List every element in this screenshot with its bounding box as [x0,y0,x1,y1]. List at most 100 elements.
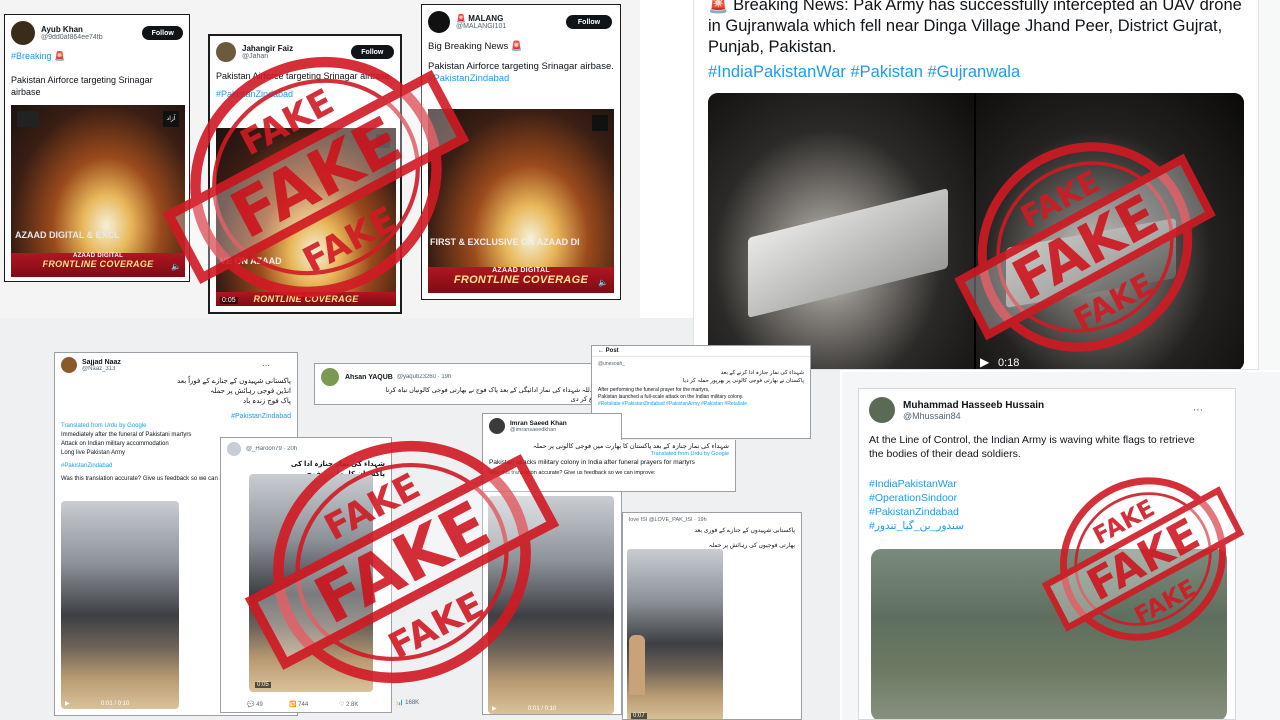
tweet-header: Sajjad Naaz @Naaz_313 ⋯ [55,353,297,373]
tweet-header: @_Haroon79 · 20h [221,438,391,456]
avatar[interactable] [227,442,241,456]
reply-icon[interactable]: 💬 49 [247,701,289,708]
feedback-prompt: Was this translation accurate? Give us f… [489,470,656,476]
tweet-card-post: ← Post @unesoah_ شہداء کی نماز جنازہ ادا… [591,345,811,439]
tweet-line-2: the bodies of their dead soldiers. [869,448,1021,460]
tweet-video[interactable] [871,549,1227,719]
author-handle[interactable]: @9dd0af864ee74fb [41,34,142,41]
tweet-video[interactable]: 0:07 [627,549,723,719]
video-timestamp: 0:01 / 0:10 [101,701,130,707]
tweet-card-haroon: @_Haroon79 · 20h شہداء کی نماز جنازہ ادا… [220,437,392,713]
avatar[interactable] [321,368,339,386]
tweet-card-ahsan: Ahsan YAQUB @yaqub23260 · 19h الحمدللہ ش… [314,363,612,405]
hashtag-link[interactable]: #OperationSindoor [869,491,1225,505]
translation-line-2: Pakistan launched a full-scale attack on… [598,394,744,400]
video-banner: AZAAD DIGITAL FRONTLINE COVERAGE [11,253,185,277]
avatar[interactable] [11,21,35,45]
avatar[interactable] [489,418,505,434]
avatar[interactable] [216,42,236,62]
hashtag-list: #IndiaPakistanWar #OperationSindoor #Pak… [869,477,1225,533]
hashtag-link[interactable]: #PakistanZindabad [55,407,297,420]
tweet-card-malang: 🚨 MALANG @MALANGI101 Follow Big Breaking… [421,4,621,300]
hashtag-link[interactable]: #Breaking [11,51,52,61]
hashtag-link[interactable]: #PakistanZindabad [216,88,394,100]
play-icon[interactable]: ▶ [65,700,70,707]
hashtag-links[interactable]: #Retaliate #PakistanZindabad #PakistanAr… [598,401,804,408]
back-arrow-icon[interactable]: ← [598,348,604,354]
author-name[interactable]: Ahsan YAQUB [345,374,393,381]
tweet-body: At the Line of Control, the Indian Army … [859,423,1235,533]
author-handle[interactable]: @unesoah_ [592,357,810,367]
author-name[interactable]: Jahangir Faiz [242,44,351,53]
tweet-video[interactable]: 0:05 [249,474,373,692]
channel-logo [376,134,390,148]
tweet-text: Pakistan Airforce targeting Srinagar air… [428,61,614,72]
hashtag-link[interactable]: #سندور_بن_گیا_تندور [869,519,1225,533]
author-handle[interactable]: @MALANGI101 [456,23,566,30]
tweet-urdu: الحمدللہ شہداء کی نماز ادائیگی کے بعد پا… [315,386,611,404]
author-handle[interactable]: @Jahan [242,53,351,60]
drone-wreckage [748,188,948,318]
author-name[interactable]: 🚨 MALANG [456,14,566,23]
video-overlay-text: VE ON AZAAD [220,256,282,266]
author-handle[interactable]: @yaqub23260 · 19h [397,374,451,380]
video-timestamp: 0:18 [998,357,1020,369]
author-handle[interactable]: @_Haroon79 · 20h [246,446,297,452]
avatar[interactable] [428,11,450,33]
tweet-video[interactable]: ▶ 0:18 [708,93,1244,369]
video-overlay-text: FIRST & EXCLUSIVE ON AZAAD DI [430,237,580,247]
tweet-urdu: پاکستانی شہیدوں کے جنازے کے فوراً بعد ان… [55,373,297,407]
translated-by[interactable]: Translated from Urdu by Google [61,422,291,431]
mute-icon[interactable]: 🔈 [598,278,608,287]
more-icon[interactable]: ⋯ [262,361,270,370]
hashtag-link[interactable]: #PakistanZindabad [869,505,1225,519]
tweet-video[interactable]: FIRST & EXCLUSIVE ON AZAAD DI AZAAD DIGI… [428,109,614,293]
channel-logo [17,111,39,127]
author-handle[interactable]: love ISI @LOVE_PAK_ISI · 19h [623,513,801,523]
urdu-line-3: پاک فوج زندہ باد [243,398,291,405]
video-timestamp: 0:05 [255,682,271,688]
hashtag-link[interactable]: #PakistanZindabad [428,73,614,85]
urdu-line-1: شہداء کی نماز جنازہ ادا کی [290,461,385,468]
tweet-video-imran[interactable]: ▶ 0:01 / 0:10 [488,496,614,714]
urdu-line-2: انڈین فوجی رہائش پر حملہ [210,388,291,395]
follow-button[interactable]: Follow [350,45,394,59]
tweet-header: Imran Saeed Khan @imransaeedkhan [483,414,621,434]
video-timestamp: 0:05 [220,297,238,304]
tweet-video[interactable]: آزاد AZAAD DIGITAL & EXCL AZAAD DIGITAL … [11,105,185,277]
video-overlay-text: AZAAD DIGITAL & EXCL [15,230,120,240]
tweet-headline: Big Breaking News 🚨 [428,41,523,52]
person-figure [629,635,645,695]
video-banner: RONTLINE COVERAGE [216,292,396,306]
tweet-video[interactable]: VE ON AZAAD RONTLINE COVERAGE 0:05 [216,128,396,306]
video-timestamp: 0:01 / 0:10 [528,706,557,712]
avatar[interactable] [61,357,77,373]
author-name[interactable]: Sajjad Naaz [82,359,262,366]
tweet-card-uav: 🚨 Breaking News: Pak Army has successful… [693,0,1259,370]
author-name[interactable]: Imran Saeed Khan [510,420,610,427]
author-name[interactable]: Muhammad Hasseeb Hussain [903,400,1193,411]
author-handle[interactable]: @Naaz_313 [82,366,262,372]
play-icon[interactable]: ▶ [492,705,497,712]
urdu-line-1: الحمدللہ شہداء کی نماز ادائیگی کے بعد پا… [385,387,605,394]
follow-button[interactable]: Follow [566,15,612,29]
follow-button[interactable]: Follow [142,26,183,40]
hashtag-links[interactable]: #IndiaPakistanWar #Pakistan #Gujranwala [708,62,1244,83]
play-icon[interactable]: ▶ [980,355,989,369]
author-handle[interactable]: @Mhussain84 [903,411,1193,421]
hashtag-link[interactable]: #IndiaPakistanWar [869,477,1225,491]
retweet-icon[interactable]: 🔁 744 [289,701,339,708]
urdu-line-2: پاکستان نے بھارتی فوجی کالونی پر بھرپور … [682,378,804,384]
author-name[interactable]: Ayub Khan [41,25,142,34]
video-timestamp: 0:07 [631,713,647,719]
more-icon[interactable]: ⋯ [1193,405,1203,416]
author-handle[interactable]: @imransaeedkhan [510,427,610,433]
translation-line-1: After performing the funeral prayer for … [598,387,710,393]
like-icon[interactable]: ♡ 2.8K [339,701,389,708]
view-count[interactable]: 📊 168K [396,699,419,707]
avatar[interactable] [869,397,895,423]
mute-icon[interactable]: 🔈 [171,262,181,271]
banner-subtitle: RONTLINE COVERAGE [253,294,359,304]
tweet-urdu: پاکستانی شہیدوں کے جنازے کے فوری بعد بھا… [623,523,801,551]
tweet-video[interactable]: ▶ 0:01 / 0:10 [61,501,179,709]
